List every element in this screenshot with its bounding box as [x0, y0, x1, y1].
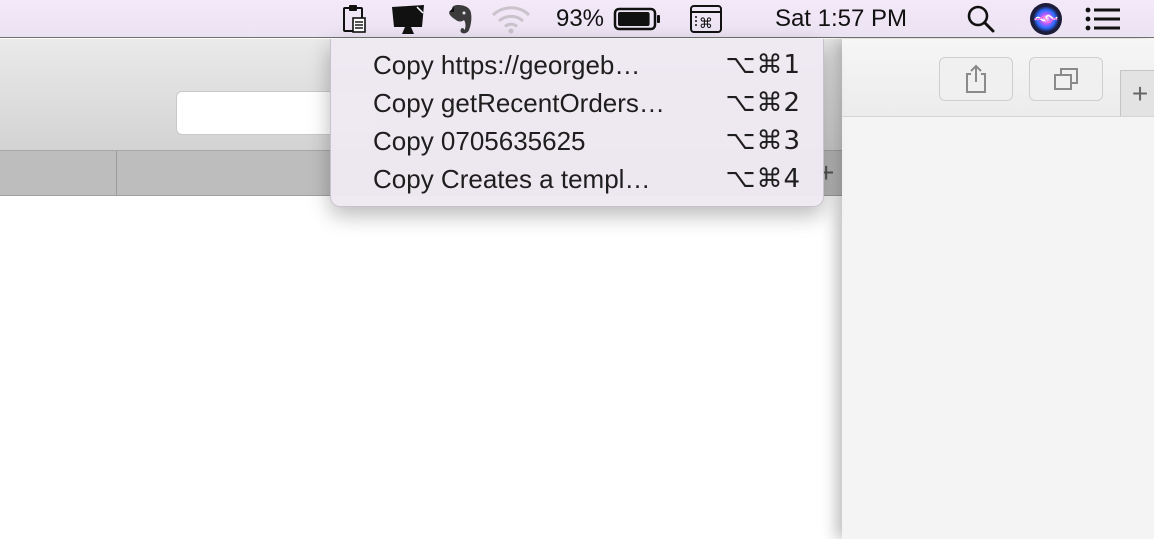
menu-item-label: Copy getRecentOrders… [373, 87, 665, 118]
keyboard-shortcuts-menu-extra[interactable]: ⌘ [688, 0, 724, 38]
clipboard-icon [343, 5, 366, 33]
notification-center-button[interactable] [1082, 0, 1124, 38]
menu-item-shortcut: ⌥⌘4 [725, 164, 801, 194]
display-icon [392, 5, 424, 34]
menu-item-shortcut: ⌥⌘2 [725, 88, 801, 118]
clipboard-menu-extra[interactable] [338, 0, 370, 38]
menu-item-copy-4[interactable]: Copy Creates a templ… ⌥⌘4 [331, 160, 823, 198]
menu-item-shortcut: ⌥⌘3 [725, 126, 801, 156]
battery-menu-extra[interactable] [612, 0, 662, 38]
notification-center-icon [1085, 7, 1120, 31]
siri-icon [1030, 3, 1062, 35]
spotlight-button[interactable] [964, 0, 998, 38]
evernote-menu-extra[interactable] [444, 0, 476, 38]
menu-item-label: Copy Creates a templ… [373, 163, 651, 194]
page-content [0, 196, 842, 539]
wifi-icon [491, 6, 531, 34]
share-button[interactable] [939, 57, 1013, 101]
menu-item-copy-2[interactable]: Copy getRecentOrders… ⌥⌘2 [331, 84, 823, 122]
wifi-menu-extra[interactable] [490, 0, 532, 38]
battery-icon [613, 7, 660, 31]
battery-percentage: 93% [555, 5, 605, 32]
svg-text:⌘: ⌘ [699, 16, 713, 32]
menu-item-label: Copy 0705635625 [373, 125, 586, 156]
display-menu-extra[interactable] [388, 0, 428, 38]
menu-item-label: Copy https://georgeb… [373, 49, 641, 80]
keyboard-shortcuts-icon: ⌘ [690, 5, 722, 33]
tabs-overview-icon [1054, 68, 1078, 90]
new-tab-button[interactable]: + [1120, 70, 1154, 116]
plus-icon: + [1131, 77, 1149, 109]
browser-window-right: + [842, 39, 1154, 539]
screen: + + 93% ⌘ Sat 1:57 PM Copy https://georg… [0, 0, 1154, 539]
share-icon [966, 64, 986, 93]
tab-divider [116, 151, 117, 196]
right-window-toolbar [842, 39, 1154, 117]
show-all-tabs-button[interactable] [1029, 57, 1103, 101]
spotlight-search-icon [967, 5, 995, 33]
clock[interactable]: Sat 1:57 PM [752, 0, 930, 38]
menu-item-copy-1[interactable]: Copy https://georgeb… ⌥⌘1 [331, 46, 823, 84]
clipboard-history-menu: Copy https://georgeb… ⌥⌘1 Copy getRecent… [330, 39, 824, 207]
siri-button[interactable] [1026, 0, 1066, 38]
evernote-elephant-icon [449, 5, 472, 34]
menu-bar: 93% ⌘ Sat 1:57 PM [0, 0, 1154, 38]
menu-item-shortcut: ⌥⌘1 [725, 50, 801, 80]
menu-item-copy-3[interactable]: Copy 0705635625 ⌥⌘3 [331, 122, 823, 160]
